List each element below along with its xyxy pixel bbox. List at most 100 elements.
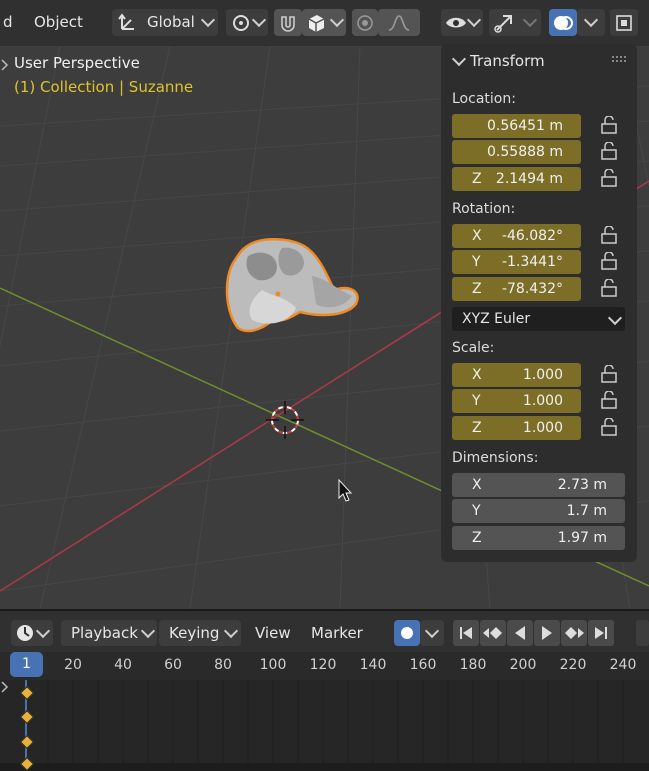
frame-tick: 240 [609,657,637,673]
timeline-header: Playback Keying View Marker [0,609,649,652]
timeline-gridlines [25,680,624,763]
eye-icon [446,17,466,28]
chevron-down-icon [607,310,623,326]
next-keyframe-icon [565,627,584,639]
location-x-field[interactable]: 0.56451 m [452,114,581,138]
rotation-label: Rotation: [452,201,516,217]
chevron-down-icon [424,623,440,639]
frame-tick: 100 [259,657,287,673]
transform-panel: Transform Location: 0.56451 m 0.55888 m … [441,44,637,562]
3d-cursor [266,401,304,439]
jump-prev-keyframe-button[interactable] [480,620,506,646]
visibility-dropdown[interactable] [441,9,483,36]
frame-tick: 220 [559,657,587,673]
lock-rotation-y-icon[interactable] [599,252,619,270]
rotation-mode-value: XYZ Euler [462,311,531,327]
marker-menu[interactable]: Marker [311,624,363,642]
panel-title: Transform [470,52,545,70]
jump-start-icon [460,627,472,639]
jump-next-keyframe-button[interactable] [561,620,587,646]
suzanne-mesh [225,238,359,333]
orientation-label: Global [147,13,195,31]
lock-location-z-icon[interactable] [599,169,619,187]
keying-menu[interactable]: Keying [159,620,241,646]
snap-target-dropdown[interactable] [302,9,346,36]
play-reverse-button[interactable] [507,620,533,646]
clock-icon [17,625,33,641]
chevron-down-icon [35,623,51,639]
magnet-icon [281,15,295,32]
current-frame-indicator[interactable]: 1 [10,652,43,677]
record-icon [401,627,413,639]
timeline-area[interactable] [0,680,649,771]
lock-scale-x-icon[interactable] [599,365,619,383]
rotation-z-field[interactable]: Z -78.432° [452,277,581,301]
scale-y-field[interactable]: Y 1.000 [452,389,581,413]
playback-menu[interactable]: Playback [61,620,157,646]
lock-location-x-icon[interactable] [599,116,619,134]
object-menu[interactable]: Object [34,13,83,31]
chevron-down-icon [140,623,156,639]
frame-ruler[interactable]: 20 40 60 80 100 120 140 160 180 200 220 … [0,652,649,680]
rotation-mode-dropdown[interactable]: XYZ Euler [452,307,625,331]
scale-z-field[interactable]: Z 1.000 [452,416,581,440]
rotation-x-field[interactable]: X -46.082° [452,224,581,248]
overlays-toggle[interactable] [549,9,577,36]
scale-x-field[interactable]: X 1.000 [452,363,581,387]
mouse-pointer-icon [338,478,353,502]
overlays-icon [554,15,573,30]
chevron-down-icon [466,12,482,28]
rotation-y-field[interactable]: Y -1.3441° [452,250,581,274]
editor-type-dropdown[interactable] [11,620,53,646]
lock-scale-y-icon[interactable] [599,391,619,409]
dimensions-x-field[interactable]: X 2.73 m [452,473,625,497]
proportional-editing-toggle[interactable] [352,9,378,36]
panel-collapse-chevron-icon[interactable] [451,51,467,67]
dimensions-z-field[interactable]: Z 1.97 m [452,526,625,550]
frame-field-edge[interactable] [636,620,649,646]
falloff-dropdown[interactable] [378,9,420,36]
chevron-down-icon [522,12,538,28]
mode-menu-fragment[interactable]: d [3,13,13,31]
lock-rotation-x-icon[interactable] [599,226,619,244]
frame-tick: 160 [409,657,437,673]
chevron-right-icon[interactable] [0,680,10,694]
frame-tick: 60 [164,657,182,673]
viewport-header: d Object Global [0,0,649,47]
xray-toggle[interactable] [610,9,638,36]
overlays-dropdown[interactable] [577,9,605,36]
frame-tick: 140 [359,657,387,673]
xray-icon [616,14,632,31]
chevron-down-icon [251,12,267,28]
location-z-field[interactable]: Z 2.1494 m [452,167,581,191]
collection-info-label: (1) Collection | Suzanne [14,78,194,96]
lock-rotation-z-icon[interactable] [599,279,619,297]
drag-handle-icon[interactable] [612,56,628,64]
pivot-point-dropdown[interactable] [226,9,268,36]
frame-tick: 20 [64,657,82,673]
chevron-right-icon[interactable] [0,58,10,72]
chevron-down-icon [329,12,345,28]
lock-location-y-icon[interactable] [599,142,619,160]
auto-keying-dropdown[interactable] [420,620,444,646]
gizmo-dropdown[interactable] [489,9,541,36]
falloff-curve-icon [388,14,410,31]
play-icon [542,626,552,640]
frame-tick: 120 [309,657,337,673]
frame-tick: 180 [459,657,487,673]
location-y-field[interactable]: 0.55888 m [452,140,581,164]
jump-to-start-button[interactable] [453,620,479,646]
lock-scale-z-icon[interactable] [599,418,619,436]
snap-toggle[interactable] [274,9,302,36]
scale-label: Scale: [452,340,495,356]
dimensions-y-field[interactable]: Y 1.7 m [452,499,625,523]
frame-tick: 40 [114,657,132,673]
play-button[interactable] [534,620,560,646]
jump-to-end-button[interactable] [588,620,614,646]
transform-orientation-dropdown[interactable]: Global [112,9,218,36]
chevron-down-icon [200,12,216,28]
view-menu[interactable]: View [255,624,291,642]
snap-cube-icon [308,15,325,32]
auto-keying-toggle[interactable] [394,620,420,646]
prev-keyframe-icon [483,627,502,639]
